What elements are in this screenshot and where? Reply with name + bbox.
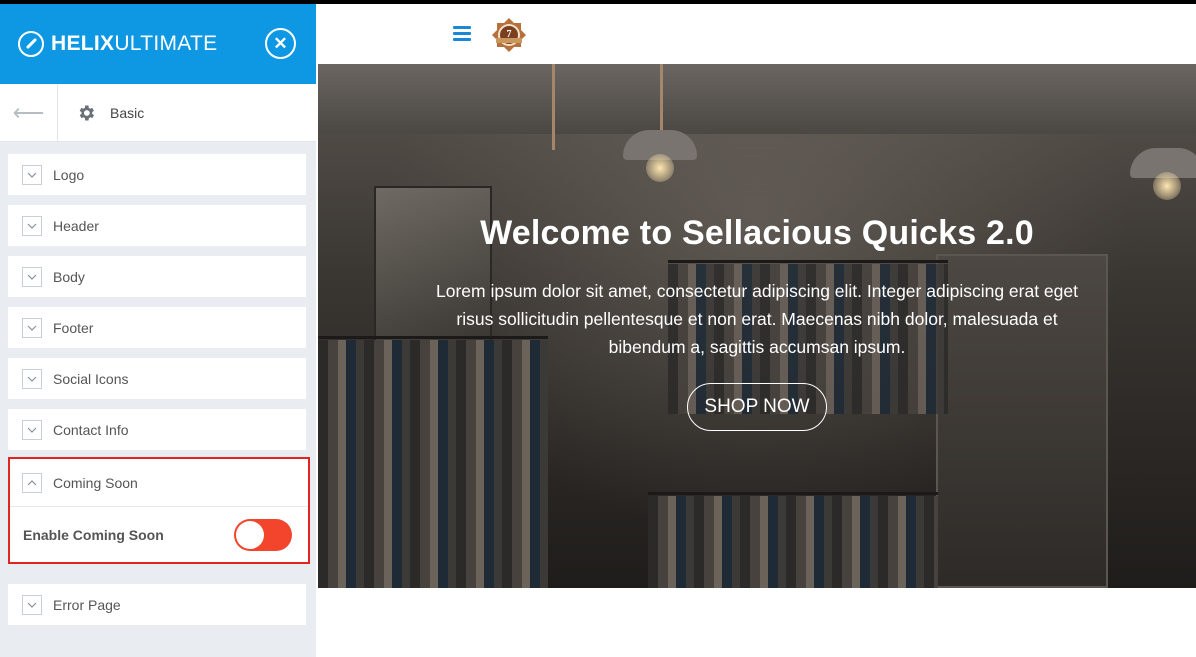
panel-header[interactable]: Header <box>8 205 306 246</box>
enable-coming-soon-toggle[interactable] <box>234 519 292 551</box>
chevron-down-icon <box>22 594 42 615</box>
hero-lamp-glow <box>1153 172 1181 200</box>
brand-bar: HELIXULTIMATE ✕ <box>0 4 316 84</box>
chevron-down-icon <box>22 317 42 338</box>
panel-label: Coming Soon <box>53 474 138 491</box>
hero-rope <box>552 64 555 150</box>
gear-icon <box>79 105 94 120</box>
hero-ceiling <box>318 64 1196 134</box>
panel-label: Error Page <box>53 596 121 613</box>
panel-label: Footer <box>53 319 94 336</box>
hero-content: Welcome to Sellacious Quicks 2.0 Lorem i… <box>318 214 1196 431</box>
brand-name-light: ULTIMATE <box>114 32 218 55</box>
hero-rope <box>660 64 663 136</box>
panel-body[interactable]: Body <box>8 256 306 297</box>
panel-contact-info[interactable]: Contact Info <box>8 409 306 450</box>
brand-name-bold: HELIX <box>51 32 115 55</box>
hero-title: Welcome to Sellacious Quicks 2.0 <box>480 214 1034 252</box>
panel-label: Logo <box>53 166 85 183</box>
panel-label: Header <box>53 217 99 234</box>
brand-name: HELIXULTIMATE <box>51 32 217 56</box>
site-logo[interactable]: 7 <box>491 17 527 53</box>
arrow-left-icon[interactable]: ⟵ <box>0 83 58 142</box>
chevron-up-icon <box>22 472 42 493</box>
enable-coming-soon-label: Enable Coming Soon <box>23 526 164 543</box>
hero-lamp-glow <box>646 154 674 182</box>
close-icon[interactable]: ✕ <box>265 28 296 59</box>
chevron-down-icon <box>22 164 42 185</box>
panel-error-page[interactable]: Error Page <box>8 584 306 625</box>
section-header: ⟵ Basic <box>0 83 316 142</box>
helix-sidebar: HELIXULTIMATE ✕ ⟵ Basic Logo Header Body… <box>0 4 316 657</box>
chevron-down-icon <box>22 368 42 389</box>
hero-rack <box>648 492 938 495</box>
logo-number: 7 <box>507 29 512 40</box>
site-header: 7 <box>316 4 1196 64</box>
panel-footer[interactable]: Footer <box>8 307 306 348</box>
coming-soon-option: Enable Coming Soon <box>10 507 308 562</box>
hero-clothes <box>648 496 938 588</box>
panel-social-icons[interactable]: Social Icons <box>8 358 306 399</box>
section-title: Basic <box>110 104 145 121</box>
hero-text: Lorem ipsum dolor sit amet, consectetur … <box>436 281 1078 357</box>
hero-banner: Welcome to Sellacious Quicks 2.0 Lorem i… <box>318 64 1196 588</box>
coming-soon-header[interactable]: Coming Soon <box>10 459 308 507</box>
toggle-knob <box>236 521 264 549</box>
chevron-down-icon <box>22 215 42 236</box>
panel-coming-soon: Coming Soon Enable Coming Soon <box>8 457 310 564</box>
helix-logo-icon <box>18 31 44 57</box>
chevron-down-icon <box>22 266 42 287</box>
panel-logo[interactable]: Logo <box>8 154 306 195</box>
site-preview: 7 Welcome to Sellacious Quicks 2.0 Lorem… <box>316 4 1196 657</box>
hamburger-icon[interactable] <box>453 26 471 41</box>
chevron-down-icon <box>22 419 42 440</box>
panel-label: Social Icons <box>53 370 129 387</box>
panel-label: Body <box>53 268 85 285</box>
panel-label: Contact Info <box>53 421 129 438</box>
shop-now-button[interactable]: SHOP NOW <box>687 383 827 431</box>
